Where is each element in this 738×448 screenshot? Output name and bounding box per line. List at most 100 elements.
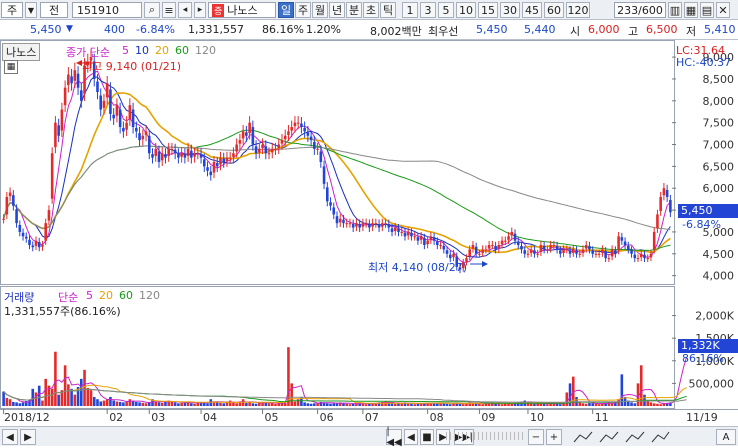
- quote-change: 400: [104, 23, 125, 36]
- interval-button-15[interactable]: 15: [478, 2, 498, 18]
- interval-button-45[interactable]: 45: [522, 2, 542, 18]
- volume-ma-legend: 5 20 60 120: [86, 289, 166, 302]
- count-value: 233/600: [617, 3, 663, 17]
- volume-bar: [588, 402, 591, 406]
- market-dropdown-icon[interactable]: ▼: [25, 2, 37, 18]
- bottom-button-9[interactable]: A: [716, 429, 736, 445]
- x-tick-label: 08: [430, 411, 444, 424]
- volume-bar: [141, 402, 145, 406]
- candle-body: [630, 250, 633, 254]
- hc-label: HC:-40.37: [676, 56, 732, 69]
- sound-icon[interactable]: ◂: [178, 2, 192, 18]
- count-display[interactable]: 233/600: [614, 2, 666, 18]
- period-button-6[interactable]: 틱: [380, 2, 396, 18]
- candle-body: [2, 218, 5, 220]
- volume-bar: [533, 403, 536, 406]
- candle-body: [581, 249, 585, 253]
- menu-icon[interactable]: ≡: [162, 2, 176, 18]
- chart-type-icons[interactable]: [570, 429, 670, 445]
- volume-bar: [594, 403, 598, 406]
- volume-bar: [228, 400, 232, 406]
- candle-body: [199, 154, 203, 158]
- candle-body: [439, 245, 442, 247]
- close-icon[interactable]: ✕: [716, 2, 730, 18]
- volume-bar: [37, 385, 41, 406]
- period-button-0[interactable]: 일: [278, 2, 294, 18]
- candle-body: [377, 224, 381, 228]
- volume-bar: [86, 387, 90, 406]
- volume-bar: [277, 403, 281, 406]
- volume-bar: [429, 403, 433, 406]
- volume-bar: [254, 403, 258, 406]
- volume-bar: [656, 403, 659, 406]
- current-pct-tag: -6.84%: [682, 218, 721, 231]
- volume-bar: [122, 402, 125, 406]
- bottom-button-8[interactable]: +: [546, 429, 562, 445]
- period-button-1[interactable]: 주: [295, 2, 311, 18]
- candle-body: [342, 219, 345, 224]
- quote-high-label: 고: [628, 25, 639, 38]
- period-button-3[interactable]: 년: [329, 2, 345, 18]
- volume-bar: [448, 404, 452, 406]
- candle-body: [607, 258, 611, 260]
- bottom-button-7[interactable]: −: [528, 429, 544, 445]
- candle-body: [562, 249, 565, 253]
- candle-body: [623, 241, 627, 246]
- candle-body: [180, 153, 183, 157]
- candle-body: [549, 245, 552, 249]
- bottom-button-4[interactable]: ■: [420, 429, 434, 445]
- volume-bar: [118, 401, 122, 406]
- interval-button-10[interactable]: 10: [456, 2, 476, 18]
- interval-button-120[interactable]: 120: [566, 2, 590, 18]
- candle-body: [513, 233, 517, 241]
- bottom-button-0[interactable]: ◀: [2, 429, 18, 445]
- grid-toggle-icon[interactable]: ▦: [4, 60, 18, 74]
- quote-vol-ratio: 86.16%: [262, 23, 304, 36]
- prev-select[interactable]: 전: [40, 2, 68, 18]
- volume-bar: [248, 402, 251, 406]
- candle-body: [209, 171, 213, 176]
- candle-body: [510, 231, 514, 236]
- period-button-5[interactable]: 초: [363, 2, 379, 18]
- period-button-2[interactable]: 월: [312, 2, 328, 18]
- candle-body: [319, 151, 323, 162]
- candle-body: [225, 157, 229, 162]
- bottom-button-3[interactable]: ◀: [404, 429, 418, 445]
- chart-area[interactable]: 9,0008,5008,0007,5007,0006,5006,0005,500…: [0, 40, 738, 446]
- candle-body: [416, 237, 420, 241]
- interval-button-60[interactable]: 60: [544, 2, 564, 18]
- candle-body: [358, 224, 361, 228]
- tile-icon[interactable]: ▦: [684, 2, 698, 18]
- candle-body: [115, 105, 119, 116]
- bottom-button-1[interactable]: ▶: [20, 429, 36, 445]
- volume-bar: [351, 403, 355, 406]
- candle-body: [649, 253, 653, 258]
- bottom-button-2[interactable]: |◀◀: [386, 426, 402, 448]
- stock-name-field[interactable]: 증 나노스: [208, 2, 276, 18]
- candle-body: [659, 196, 662, 211]
- interval-button-3[interactable]: 3: [420, 2, 436, 18]
- stock-chart[interactable]: 9,0008,5008,0007,5007,0006,5006,0005,500…: [0, 40, 738, 426]
- interval-button-30[interactable]: 30: [500, 2, 520, 18]
- stock-code-input[interactable]: 151910: [72, 2, 142, 18]
- save-icon[interactable]: ▤: [700, 2, 714, 18]
- candle-body: [390, 228, 394, 232]
- bars-icon[interactable]: ▥: [668, 2, 682, 18]
- interval-button-5[interactable]: 5: [438, 2, 454, 18]
- candle-body: [258, 148, 261, 153]
- ma-legend-5: 5: [122, 44, 129, 57]
- search-icon[interactable]: ⌕: [144, 2, 160, 18]
- candle-body: [160, 153, 164, 161]
- period-button-4[interactable]: 분: [346, 2, 362, 18]
- volume-tick-label: 2,000K: [695, 310, 734, 323]
- interval-button-1[interactable]: 1: [402, 2, 418, 18]
- next-icon[interactable]: ▸: [194, 2, 206, 18]
- volume-bar: [102, 400, 106, 406]
- candle-body: [67, 74, 70, 86]
- market-select[interactable]: 주: [1, 2, 23, 18]
- zoom-slider[interactable]: [446, 432, 526, 440]
- candle-body: [131, 109, 135, 128]
- vol-ma-legend-20: 20: [99, 289, 113, 302]
- candle-body: [348, 223, 352, 225]
- volume-bar: [31, 388, 35, 406]
